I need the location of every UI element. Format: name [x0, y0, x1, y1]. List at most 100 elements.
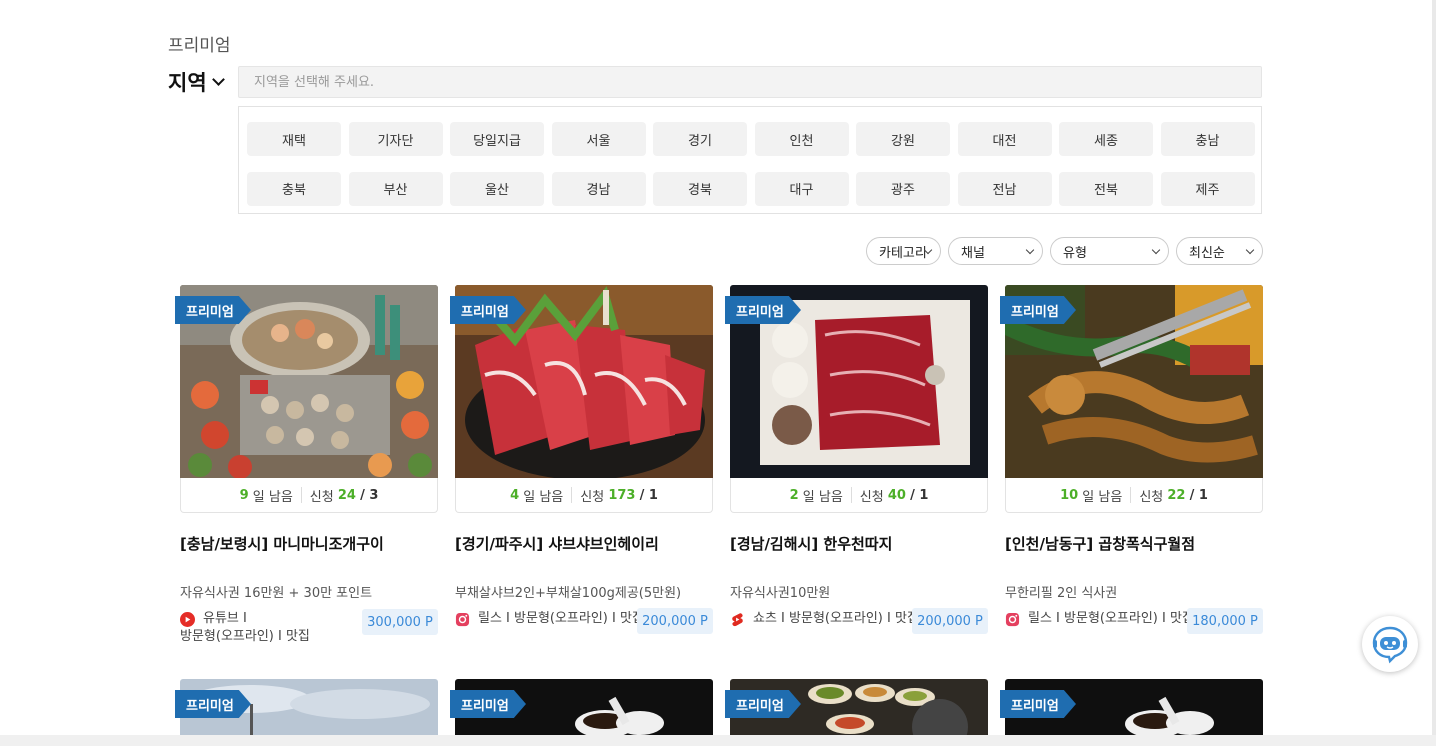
campaign-meta: 릴스 I 방문형(오프라인) I 맛집 [1005, 610, 1194, 628]
days-left-count: 9 [239, 487, 249, 503]
campaign-channel: 유튜브 I [203, 611, 247, 626]
category-filter[interactable]: 카테고리 [866, 237, 941, 265]
region-chip[interactable]: 부산 [348, 171, 443, 206]
reward-points[interactable]: 300,000 P [362, 609, 438, 635]
days-left-count: 10 [1060, 487, 1079, 503]
applied-count: 40 [887, 487, 906, 503]
instagram-icon [1005, 612, 1020, 627]
chatbot-icon [1372, 626, 1408, 664]
applied-count: 24 [337, 487, 356, 503]
divider [571, 487, 573, 503]
capacity: / 3 [360, 487, 379, 503]
chat-support-button[interactable] [1362, 616, 1418, 672]
premium-badge: 프리미엄 [450, 690, 526, 718]
reward-points[interactable]: 180,000 P [1187, 608, 1263, 634]
days-left-label: 일 남음 [523, 489, 564, 505]
campaign-channel-type: 릴스 I 방문형(오프라인) I 맛집 [478, 611, 644, 626]
applied-count: 173 [608, 487, 636, 503]
region-chip[interactable]: 전남 [957, 171, 1052, 206]
chevron-down-icon [211, 73, 225, 86]
region-chip[interactable]: 충남 [1160, 122, 1255, 156]
region-chip[interactable]: 경기 [653, 122, 747, 156]
campaign-meta: 릴스 I 방문형(오프라인) I 맛집 [455, 610, 644, 628]
campaign-status: 9 일 남음 신청 24 / 3 [180, 478, 438, 513]
region-chip[interactable]: 재택 [247, 122, 341, 156]
campaign-reward: 자유식사권 16만원 + 30만 포인트 [180, 586, 373, 601]
chevron-down-icon [1151, 245, 1161, 255]
region-chip[interactable]: 울산 [450, 171, 544, 206]
premium-badge: 프리미엄 [725, 296, 801, 324]
applied-count: 22 [1167, 487, 1186, 503]
campaign-card[interactable]: 프리미엄 [450, 679, 713, 735]
campaign-meta: 유튜브 I 방문형(오프라인) I 맛집 [180, 610, 355, 646]
campaign-title[interactable]: [경남/김해시] 한우천따지 [730, 533, 892, 554]
campaign-card[interactable]: 프리미엄 4 일 남음 신청 173 / 1 [경기/파주시] 샤브샤브인헤이리… [450, 285, 713, 645]
region-search-input[interactable] [238, 66, 1262, 98]
region-chip[interactable]: 대전 [957, 122, 1052, 156]
campaign-card[interactable]: 프리미엄 9 일 남음 신청 24 / 3 [충남/보령시] 마니마니조개구이 … [175, 285, 438, 646]
applied-label: 신청 [580, 489, 605, 505]
capacity: / 1 [1189, 487, 1208, 503]
region-chip[interactable]: 경북 [653, 171, 747, 206]
horizontal-scrollbar[interactable] [0, 735, 1436, 746]
reward-points[interactable]: 200,000 P [637, 608, 713, 634]
region-chip[interactable]: 광주 [856, 171, 950, 206]
vertical-scrollbar[interactable] [1432, 0, 1436, 735]
category-filter-label: 카테고리 [879, 245, 927, 261]
campaign-title[interactable]: [경기/파주시] 샤브샤브인헤이리 [455, 533, 659, 554]
premium-badge: 프리미엄 [175, 690, 251, 718]
region-chip[interactable]: 당일지급 [450, 122, 544, 156]
reward-points[interactable]: 200,000 P [912, 608, 988, 634]
region-chip[interactable]: 세종 [1059, 122, 1153, 156]
type-filter[interactable]: 유형 [1050, 237, 1169, 265]
region-chip[interactable]: 대구 [754, 171, 849, 206]
campaign-card[interactable]: 프리미엄 [175, 679, 438, 735]
region-chip[interactable]: 제주 [1160, 171, 1255, 206]
region-chip[interactable]: 전북 [1059, 171, 1153, 206]
campaign-meta: 쇼츠 I 방문형(오프라인) I 맛집 [730, 610, 919, 628]
premium-badge: 프리미엄 [1000, 690, 1076, 718]
region-chip[interactable]: 서울 [551, 122, 646, 156]
region-chip[interactable]: 강원 [856, 122, 950, 156]
region-chip[interactable]: 충북 [247, 171, 341, 206]
applied-label: 신청 [1139, 489, 1164, 505]
region-chip[interactable]: 경남 [551, 171, 646, 206]
chevron-down-icon [1025, 245, 1035, 255]
campaign-reward: 무한리필 2인 식사권 [1005, 586, 1118, 601]
days-left-label: 일 남음 [1082, 489, 1123, 505]
type-filter-label: 유형 [1063, 245, 1087, 261]
campaign-status: 2 일 남음 신청 40 / 1 [730, 478, 988, 513]
region-chip[interactable]: 기자단 [348, 122, 443, 156]
shorts-icon [732, 613, 743, 627]
premium-badge: 프리미엄 [450, 296, 526, 324]
instagram-icon [455, 612, 470, 627]
campaign-title[interactable]: [인천/남동구] 곱창폭식구월점 [1005, 533, 1195, 554]
campaign-title[interactable]: [충남/보령시] 마니마니조개구이 [180, 533, 384, 554]
premium-badge: 프리미엄 [1000, 296, 1076, 324]
days-left-label: 일 남음 [802, 489, 843, 505]
capacity: / 1 [639, 487, 658, 503]
section-title: 프리미엄 [168, 36, 231, 56]
filter-bar: 카테고리 채널 유형 최신순 [0, 237, 1436, 265]
channel-filter-label: 채널 [961, 245, 985, 261]
region-chip[interactable]: 인천 [754, 122, 849, 156]
days-left-label: 일 남음 [252, 489, 293, 505]
premium-badge: 프리미엄 [175, 296, 251, 324]
campaign-type: 방문형(오프라인) I 맛집 [180, 629, 310, 644]
divider [1130, 487, 1132, 503]
region-toggle[interactable]: 지역 [168, 67, 238, 97]
sort-filter-label: 최신순 [1189, 245, 1225, 261]
campaign-card[interactable]: 프리미엄 [725, 679, 988, 735]
campaign-card[interactable]: 프리미엄 [1000, 679, 1263, 735]
divider [300, 487, 302, 503]
applied-label: 신청 [309, 489, 334, 505]
campaign-card[interactable]: 프리미엄 2 일 남음 신청 40 / 1 [경남/김해시] 한우천따지 자유식… [725, 285, 988, 645]
applied-label: 신청 [859, 489, 884, 505]
campaign-status: 4 일 남음 신청 173 / 1 [455, 478, 713, 513]
campaign-reward: 부채살샤브2인+부채살100g제공(5만원) [455, 586, 682, 601]
campaign-card[interactable]: 프리미엄 10 일 남음 신청 22 / 1 [인천/남동구] 곱창폭식구월점 … [1000, 285, 1263, 645]
region-selector: 지역 [168, 66, 1262, 98]
region-chip-panel: 재택 기자단 당일지급 서울 경기 인천 강원 대전 세종 충남 충북 부산 울… [238, 106, 1262, 214]
channel-filter[interactable]: 채널 [948, 237, 1043, 265]
sort-filter[interactable]: 최신순 [1176, 237, 1263, 265]
